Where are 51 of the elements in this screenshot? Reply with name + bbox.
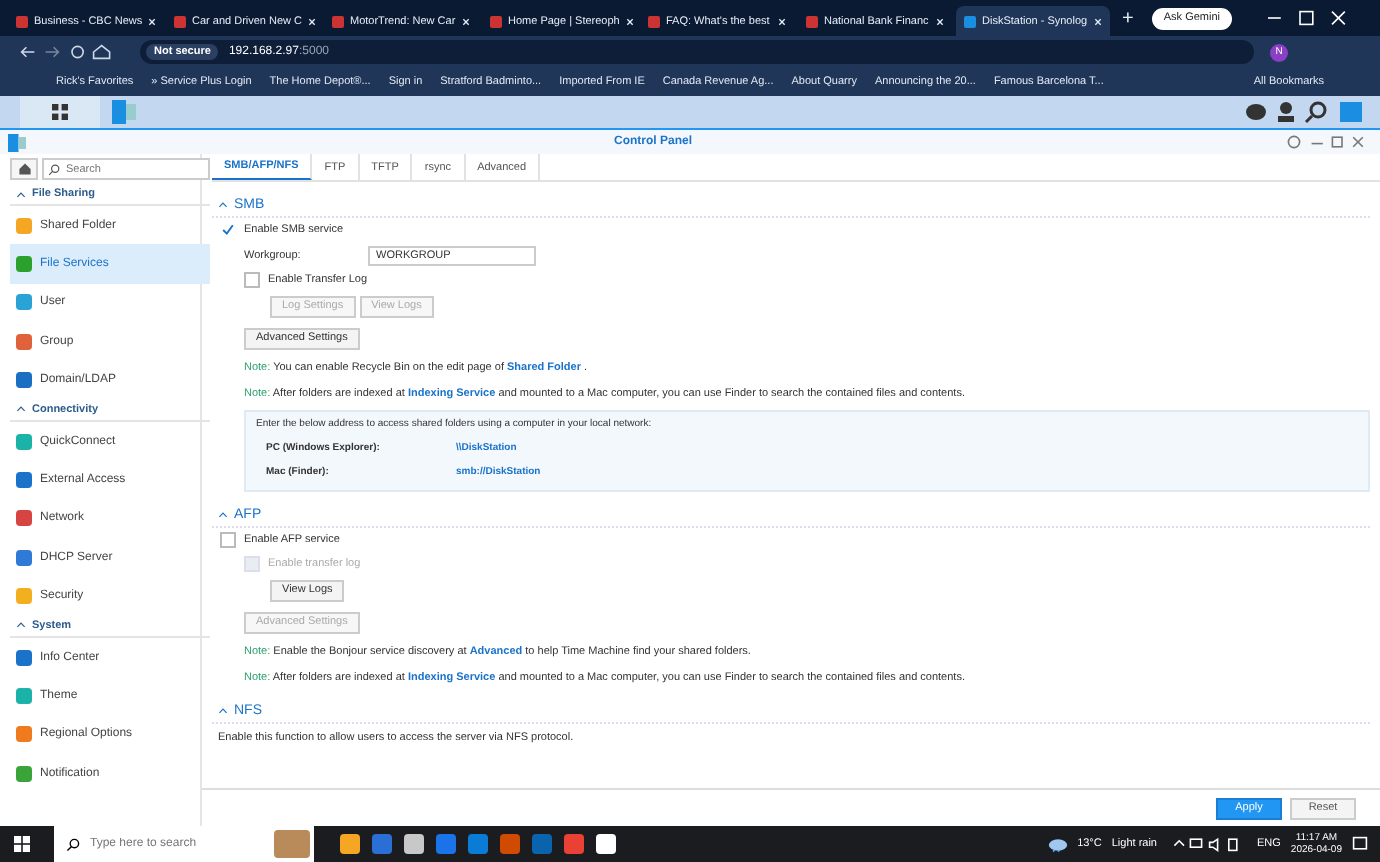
- setting-icon: [16, 294, 32, 311]
- new-tab-button[interactable]: +: [1122, 7, 1134, 29]
- setting-icon: [16, 256, 32, 273]
- taskbar-apps-drawing[interactable]: [340, 834, 616, 854]
- setting-icon: [16, 217, 32, 234]
- checkbox-square[interactable]: [220, 532, 236, 548]
- main-menu-button[interactable]: [20, 96, 100, 128]
- checkbox-square[interactable]: [220, 222, 236, 238]
- close-icon[interactable]: [778, 17, 786, 25]
- checkbox-square[interactable]: [244, 272, 260, 288]
- close-icon[interactable]: [936, 17, 944, 25]
- setting-icon: [16, 510, 32, 527]
- caret-icon[interactable]: [16, 191, 26, 197]
- favicon-icon: [174, 15, 186, 27]
- setting-icon: [16, 472, 32, 489]
- close-icon[interactable]: [148, 17, 157, 25]
- favicon-icon: [490, 15, 502, 27]
- control-panel-icon: [8, 133, 26, 151]
- desktop-tray-icon[interactable]: [1244, 100, 1364, 124]
- caret-icon[interactable]: [16, 622, 26, 629]
- home-button[interactable]: [10, 158, 38, 180]
- setting-icon: [16, 549, 32, 566]
- search-icon: [66, 837, 80, 851]
- setting-icon: [16, 333, 32, 350]
- setting-icon: [16, 588, 32, 605]
- setting-icon: [16, 765, 32, 782]
- setting-icon: [16, 726, 32, 743]
- caret-icon[interactable]: [218, 202, 228, 208]
- favicon-icon: [16, 15, 28, 27]
- notification-icon[interactable]: [1352, 836, 1368, 852]
- search-highlight-picture: [274, 830, 310, 858]
- close-icon[interactable]: [462, 17, 470, 25]
- favicon-icon: [806, 15, 818, 27]
- rain-cloud-icon: [1047, 835, 1068, 853]
- favicon-icon: [648, 15, 660, 27]
- close-icon[interactable]: [308, 17, 317, 25]
- setting-icon: [16, 372, 32, 389]
- home-icon: [17, 162, 31, 176]
- close-icon[interactable]: [1094, 17, 1102, 25]
- caret-icon[interactable]: [218, 512, 228, 518]
- windows-start-icon[interactable]: [14, 836, 30, 852]
- search-icon: [48, 163, 60, 175]
- grid-icon: [52, 104, 68, 120]
- close-icon[interactable]: [625, 17, 634, 25]
- setting-icon: [16, 433, 32, 450]
- favicon-icon: [332, 15, 344, 27]
- caret-icon[interactable]: [16, 406, 26, 413]
- caret-icon[interactable]: [218, 708, 228, 714]
- setting-icon: [16, 687, 32, 704]
- favicon-icon: [964, 15, 976, 27]
- setting-icon: [16, 649, 32, 666]
